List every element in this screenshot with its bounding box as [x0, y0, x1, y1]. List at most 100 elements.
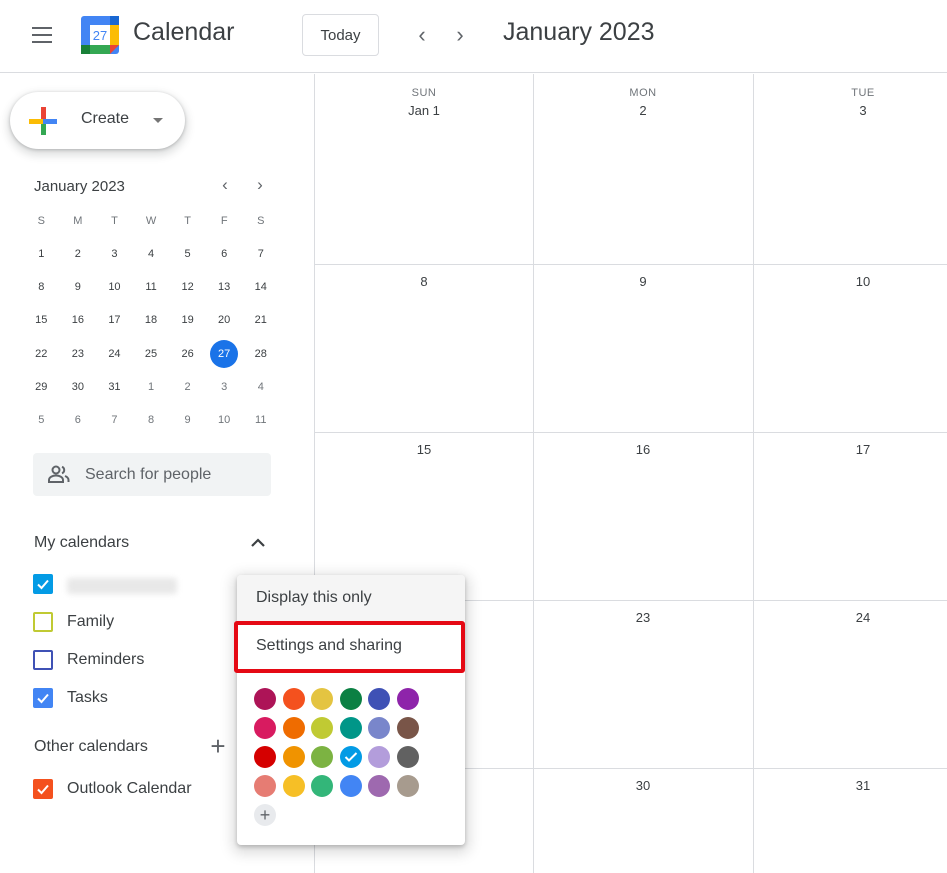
mini-day[interactable]: 25: [133, 340, 170, 368]
mini-day[interactable]: 29: [23, 373, 60, 401]
today-button[interactable]: Today: [302, 14, 379, 56]
mini-day[interactable]: 8: [23, 273, 60, 301]
day-cell[interactable]: 8: [314, 264, 534, 432]
people-search[interactable]: [33, 453, 271, 496]
checkbox-checked[interactable]: [33, 688, 53, 708]
mini-chevron-right-icon[interactable]: ›: [250, 175, 270, 195]
mini-day[interactable]: 30: [60, 373, 97, 401]
mini-day[interactable]: 9: [60, 273, 97, 301]
chevron-up-icon[interactable]: [248, 533, 268, 553]
day-number[interactable]: 16: [533, 442, 753, 457]
mini-day[interactable]: 21: [242, 306, 279, 334]
checkbox-checked[interactable]: [33, 574, 53, 594]
chevron-left-icon[interactable]: ‹: [410, 22, 434, 48]
create-button[interactable]: Create: [10, 92, 185, 149]
day-number[interactable]: 2: [533, 103, 753, 118]
mini-day[interactable]: 13: [206, 273, 243, 301]
day-cell[interactable]: TUE 3: [753, 74, 947, 264]
mini-day[interactable]: 22: [23, 340, 60, 368]
mini-day[interactable]: 10: [96, 273, 133, 301]
day-cell[interactable]: 10: [753, 264, 947, 432]
mini-day-today[interactable]: 27: [206, 339, 243, 368]
day-number[interactable]: 24: [753, 610, 947, 625]
day-cell[interactable]: MON 2: [533, 74, 753, 264]
mini-day[interactable]: 20: [206, 306, 243, 334]
mini-day[interactable]: 17: [96, 306, 133, 334]
mini-day[interactable]: 1: [23, 240, 60, 268]
mini-day[interactable]: 14: [242, 273, 279, 301]
settings-and-sharing-item[interactable]: Settings and sharing: [237, 623, 465, 669]
mini-day[interactable]: 2: [60, 240, 97, 268]
color-swatch[interactable]: [368, 717, 390, 739]
color-swatch[interactable]: [282, 746, 305, 768]
people-search-input[interactable]: [85, 453, 265, 496]
color-swatch[interactable]: [339, 688, 362, 710]
color-swatch[interactable]: [282, 775, 305, 797]
day-cell[interactable]: 17: [753, 432, 947, 600]
checkbox-checked[interactable]: [33, 779, 53, 799]
day-cell[interactable]: SUN Jan 1: [314, 74, 534, 264]
mini-day[interactable]: 4: [242, 373, 279, 401]
caret-down-icon[interactable]: [153, 118, 163, 123]
mini-day[interactable]: 10: [206, 406, 243, 434]
color-swatch[interactable]: [254, 746, 276, 768]
mini-chevron-left-icon[interactable]: ‹: [215, 175, 235, 195]
day-cell[interactable]: 16: [533, 432, 753, 600]
color-swatch[interactable]: [254, 775, 276, 797]
mini-day[interactable]: 2: [169, 373, 206, 401]
color-swatch[interactable]: [282, 717, 305, 739]
color-swatch[interactable]: [311, 688, 333, 710]
color-swatch[interactable]: [311, 746, 333, 768]
mini-day[interactable]: 11: [133, 273, 170, 301]
color-swatch[interactable]: [368, 775, 390, 797]
add-custom-color-plus-icon[interactable]: +: [254, 804, 276, 826]
color-swatch[interactable]: [254, 717, 276, 739]
color-swatch-selected[interactable]: [339, 746, 362, 768]
color-swatch[interactable]: [396, 746, 419, 768]
day-number[interactable]: 23: [533, 610, 753, 625]
display-this-only-item[interactable]: Display this only: [237, 575, 465, 621]
color-swatch[interactable]: [368, 688, 390, 710]
mini-day[interactable]: 26: [169, 340, 206, 368]
mini-day[interactable]: 6: [206, 240, 243, 268]
color-swatch[interactable]: [396, 775, 419, 797]
mini-day[interactable]: 19: [169, 306, 206, 334]
mini-day[interactable]: 9: [169, 406, 206, 434]
day-number[interactable]: 3: [753, 103, 947, 118]
checkbox-unchecked[interactable]: [33, 650, 53, 670]
mini-day[interactable]: 3: [96, 240, 133, 268]
mini-day[interactable]: 18: [133, 306, 170, 334]
day-cell[interactable]: 23: [533, 600, 753, 768]
mini-day[interactable]: 12: [169, 273, 206, 301]
my-calendars-title[interactable]: My calendars: [34, 534, 129, 552]
color-swatch[interactable]: [396, 717, 419, 739]
calendar-item[interactable]: [32, 570, 272, 600]
color-swatch[interactable]: [368, 746, 390, 768]
day-number[interactable]: 17: [753, 442, 947, 457]
mini-day[interactable]: 16: [60, 306, 97, 334]
day-cell[interactable]: 31: [753, 768, 947, 873]
color-swatch[interactable]: [254, 688, 276, 710]
calendar-item[interactable]: Tasks: [32, 684, 272, 714]
hamburger-menu-icon[interactable]: [31, 27, 53, 43]
color-swatch[interactable]: [282, 688, 305, 710]
calendar-item[interactable]: Reminders: [32, 646, 272, 676]
calendar-item[interactable]: Outlook Calendar: [32, 775, 272, 805]
day-cell[interactable]: 30: [533, 768, 753, 873]
day-number[interactable]: 15: [314, 442, 534, 457]
mini-day[interactable]: 1: [133, 373, 170, 401]
day-number[interactable]: 30: [533, 778, 753, 793]
color-swatch[interactable]: [311, 775, 333, 797]
day-number[interactable]: 8: [314, 274, 534, 289]
day-cell[interactable]: 24: [753, 600, 947, 768]
chevron-right-icon[interactable]: ›: [448, 22, 472, 48]
mini-day[interactable]: 11: [242, 406, 279, 434]
mini-day[interactable]: 7: [242, 240, 279, 268]
mini-day[interactable]: 5: [169, 240, 206, 268]
color-swatch[interactable]: [396, 688, 419, 710]
day-cell[interactable]: 9: [533, 264, 753, 432]
color-swatch[interactable]: [339, 775, 362, 797]
calendar-item[interactable]: Family: [32, 608, 272, 638]
mini-day[interactable]: 7: [96, 406, 133, 434]
mini-day[interactable]: 3: [206, 373, 243, 401]
